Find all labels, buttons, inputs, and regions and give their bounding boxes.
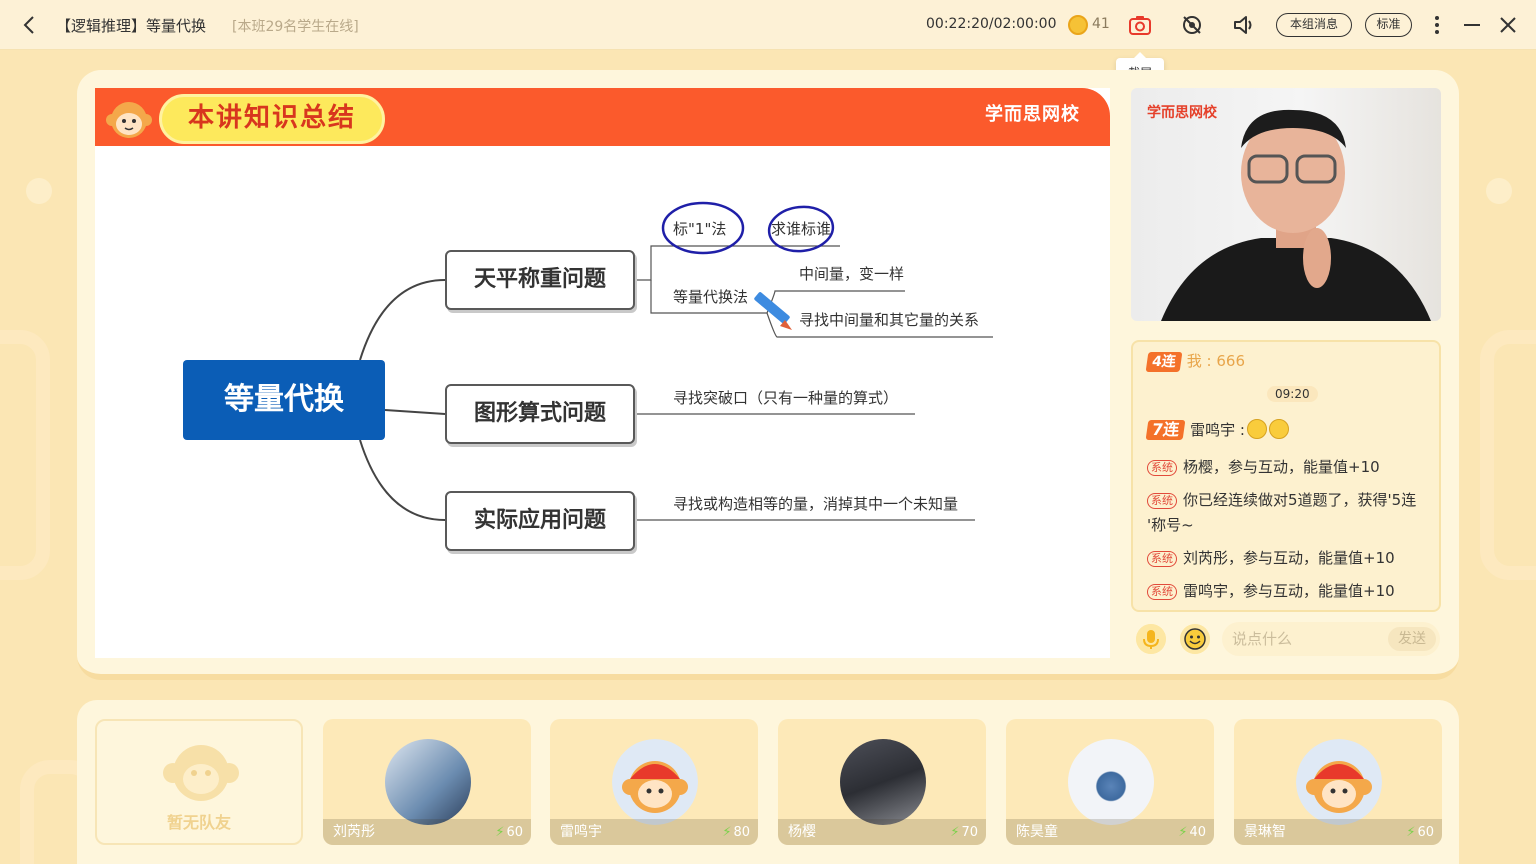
system-message: 系统 雷鸣宇，参与互动，能量值+10 [1147, 580, 1395, 601]
score-value: 60 [506, 825, 523, 840]
background-decoration [0, 330, 50, 580]
background-decoration [1480, 330, 1536, 580]
teammate-score: ⚡ 70 [950, 825, 978, 840]
angry-emoji-icon [1246, 419, 1267, 439]
system-text: 你已经连续做对5道题了，获得'5连 [1183, 491, 1417, 509]
teammate-score: ⚡ 60 [495, 825, 523, 840]
teammate-card[interactable]: 刘芮彤 ⚡ 60 [323, 719, 531, 845]
volume-icon[interactable] [1231, 12, 1257, 38]
class-timer: 00:22:20/02:00:00 [926, 16, 1057, 32]
background-dot [1486, 178, 1512, 204]
score-value: 70 [961, 825, 978, 840]
teammate-name: 景琳智 [1244, 824, 1286, 840]
teammate-name: 陈昊童 [1016, 824, 1058, 840]
teammate-name: 刘芮彤 [333, 824, 375, 840]
back-arrow-icon[interactable] [18, 13, 42, 37]
method-mark-one: 标"1"法 [673, 220, 727, 238]
avatar [840, 739, 926, 825]
online-count: [本班29名学生在线] [232, 19, 359, 35]
system-badge: 系统 [1147, 493, 1177, 509]
system-text: 雷鸣宇，参与互动，能量值+10 [1183, 582, 1395, 600]
chat-message: 7连 雷鸣宇 : [1145, 419, 1289, 440]
system-badge: 系统 [1147, 551, 1177, 567]
teammate-score: ⚡ 60 [1406, 825, 1434, 840]
system-text: 刘芮彤，参与互动，能量值+10 [1183, 549, 1395, 567]
system-message: 系统 杨樱，参与互动，能量值+10 [1147, 456, 1380, 477]
chat-user: 雷鸣宇 [1190, 421, 1236, 439]
node-practical-application: 实际应用问题 [445, 491, 635, 551]
avatar [385, 739, 471, 825]
streak-badge: 7连 [1145, 420, 1186, 440]
send-button[interactable]: 发送 [1388, 627, 1436, 651]
method-substitution: 等量代换法 [673, 288, 749, 306]
teammate-footer: 景琳智 ⚡ 60 [1234, 819, 1442, 845]
close-icon[interactable] [1495, 12, 1521, 38]
group-messages-button[interactable]: 本组消息 [1276, 13, 1352, 37]
chat-text: 666 [1216, 352, 1245, 370]
avatar [1068, 739, 1154, 825]
energy-icon: ⚡ [1406, 825, 1416, 840]
teammate-score: ⚡ 40 [1178, 825, 1206, 840]
sweat-emoji-icon [1268, 419, 1289, 439]
teacher-figure [1161, 109, 1431, 321]
teacher-video: 学而思网校 [1131, 88, 1441, 321]
teammate-card[interactable]: 杨樱 ⚡ 70 [778, 719, 986, 845]
teammate-score: ⚡ 80 [722, 825, 750, 840]
hide-video-icon[interactable] [1179, 12, 1205, 38]
teammate-name: 雷鸣宇 [560, 824, 602, 840]
more-icon[interactable] [1424, 12, 1450, 38]
score-value: 60 [1417, 825, 1434, 840]
score-value: 80 [733, 825, 750, 840]
teammate-footer: 刘芮彤 ⚡ 60 [323, 819, 531, 845]
system-text: 杨樱，参与互动，能量值+10 [1183, 458, 1380, 476]
system-message-continued: '称号~ [1147, 516, 1194, 534]
node-balance-weighing: 天平称重问题 [445, 250, 635, 310]
chat-message: 4连我 : 666 [1145, 350, 1245, 372]
camera-icon[interactable] [1127, 12, 1153, 38]
score-value: 40 [1189, 825, 1206, 840]
branch3-text: 寻找或构造相等的量，消掉其中一个未知量 [673, 495, 959, 513]
minimize-icon[interactable] [1459, 12, 1485, 38]
teammate-footer: 雷鸣宇 ⚡ 80 [550, 819, 758, 845]
courseware-slide: 本讲知识总结 学而思网校 等量代换 天平称重问题 图形算式问题 实际应用问题 标… [95, 88, 1110, 658]
teammate-card[interactable]: 景琳智 ⚡ 60 [1234, 719, 1442, 845]
lesson-title: 【逻辑推理】等量代换 [56, 17, 207, 35]
system-message: 系统 刘芮彤，参与互动，能量值+10 [1147, 547, 1395, 568]
microphone-icon[interactable] [1136, 624, 1166, 654]
avatar [1296, 739, 1382, 825]
mindmap-center-node: 等量代换 [183, 360, 385, 440]
energy-icon: ⚡ [1178, 825, 1188, 840]
coin-icon [1068, 15, 1088, 35]
top-bar: 【逻辑推理】等量代换 [本班29名学生在线] 00:22:20/02:00:00… [0, 0, 1536, 50]
teammate-card[interactable]: 雷鸣宇 ⚡ 80 [550, 719, 758, 845]
energy-icon: ⚡ [950, 825, 960, 840]
energy-icon: ⚡ [722, 825, 732, 840]
no-teammate-label: 暂无队友 [166, 813, 231, 832]
energy-icon: ⚡ [495, 825, 505, 840]
chat-panel: 4连我 : 666 09:20 7连 雷鸣宇 : 系统 杨樱，参与互动，能量值+10… [1131, 340, 1441, 612]
system-message: 系统 你已经连续做对5道题了，获得'5连 [1147, 489, 1416, 510]
monkey-placeholder-icon [163, 745, 239, 801]
system-badge: 系统 [1147, 584, 1177, 600]
node-figure-equation: 图形算式问题 [445, 384, 635, 444]
background-dot [26, 178, 52, 204]
avatar [612, 739, 698, 825]
empty-teammate-slot: 暂无队友 [95, 719, 303, 845]
streak-badge: 4连 [1145, 352, 1183, 372]
emoji-icon[interactable] [1180, 624, 1210, 654]
teammate-footer: 杨樱 ⚡ 70 [778, 819, 986, 845]
teammate-footer: 陈昊童 ⚡ 40 [1006, 819, 1214, 845]
sub-intermediate: 中间量，变一样 [799, 265, 905, 283]
system-badge: 系统 [1147, 460, 1177, 476]
chat-timestamp: 09:20 [1267, 386, 1318, 402]
quality-standard-button[interactable]: 标准 [1365, 13, 1412, 37]
teammate-name: 杨樱 [788, 824, 816, 840]
chat-user: 我 [1186, 352, 1202, 370]
sub-relationship: 寻找中间量和其它量的关系 [799, 311, 980, 329]
method-mark-target: 求谁标谁 [771, 220, 832, 238]
teammate-card[interactable]: 陈昊童 ⚡ 40 [1006, 719, 1214, 845]
branch2-text: 寻找突破口（只有一种量的算式） [673, 389, 899, 407]
coin-count: 41 [1092, 16, 1110, 32]
